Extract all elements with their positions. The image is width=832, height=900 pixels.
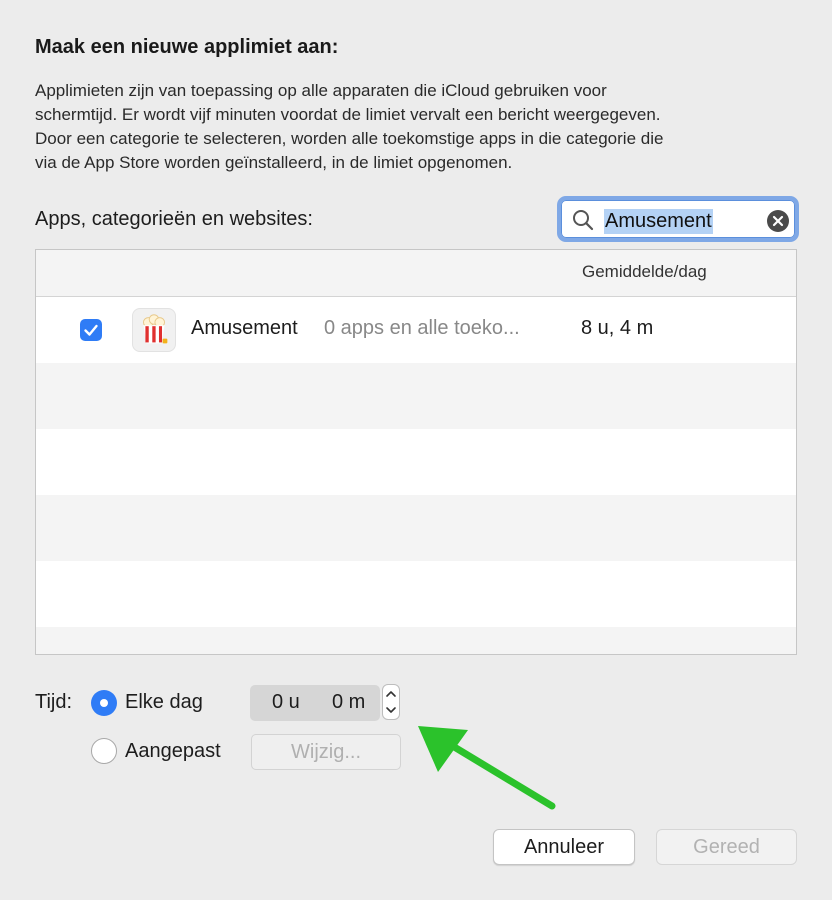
table-row-empty: [36, 627, 796, 654]
apps-table: Gemiddelde/dag Amusement 0 apps en alle …: [35, 249, 797, 655]
list-label: Apps, categorieën en websites:: [35, 208, 313, 230]
description-line: via de App Store worden geïnstalleerd, i…: [35, 153, 513, 172]
search-field[interactable]: Amusement: [557, 196, 799, 242]
search-icon: [573, 210, 594, 231]
chevron-up-icon[interactable]: [385, 689, 397, 699]
popcorn-icon: [132, 308, 176, 352]
radio-custom-label[interactable]: Aangepast: [125, 740, 221, 763]
time-stepper[interactable]: [382, 684, 400, 720]
search-input[interactable]: Amusement: [604, 209, 713, 234]
annotation-arrow-icon: [418, 726, 556, 810]
hours-value[interactable]: 0 u: [272, 691, 300, 714]
time-field[interactable]: 0 u 0 m: [250, 685, 380, 721]
table-header: Gemiddelde/dag: [36, 250, 796, 297]
table-row-empty: [36, 561, 796, 627]
dialog-description: Applimieten zijn van toepassing op alle …: [35, 79, 805, 175]
table-row-empty: [36, 429, 796, 495]
row-average: 8 u, 4 m: [581, 317, 654, 339]
row-checkbox[interactable]: [80, 319, 102, 341]
description-line: schermtijd. Er wordt vijf minuten voorda…: [35, 105, 661, 124]
radio-custom[interactable]: [91, 738, 117, 764]
table-row[interactable]: Amusement 0 apps en alle toeko... 8 u, 4…: [36, 297, 796, 363]
time-label: Tijd:: [35, 691, 73, 713]
row-subtitle: 0 apps en alle toeko...: [324, 317, 520, 339]
radio-daily-label[interactable]: Elke dag: [125, 691, 203, 714]
edit-button[interactable]: Wijzig...: [251, 734, 401, 770]
chevron-down-icon[interactable]: [385, 705, 397, 715]
table-row-empty: [36, 363, 796, 429]
row-name: Amusement: [191, 317, 298, 339]
radio-daily[interactable]: [91, 690, 117, 716]
minutes-value[interactable]: 0 m: [332, 691, 365, 714]
description-line: Door een categorie te selecteren, worden…: [35, 129, 664, 148]
table-row-empty: [36, 495, 796, 561]
dialog-title: Maak een nieuwe applimiet aan:: [35, 36, 339, 58]
done-button[interactable]: Gereed: [656, 829, 797, 865]
cancel-button[interactable]: Annuleer: [493, 829, 635, 865]
description-line: Applimieten zijn van toepassing op alle …: [35, 81, 607, 100]
column-header-average[interactable]: Gemiddelde/dag: [582, 262, 707, 282]
clear-icon[interactable]: [767, 210, 789, 232]
